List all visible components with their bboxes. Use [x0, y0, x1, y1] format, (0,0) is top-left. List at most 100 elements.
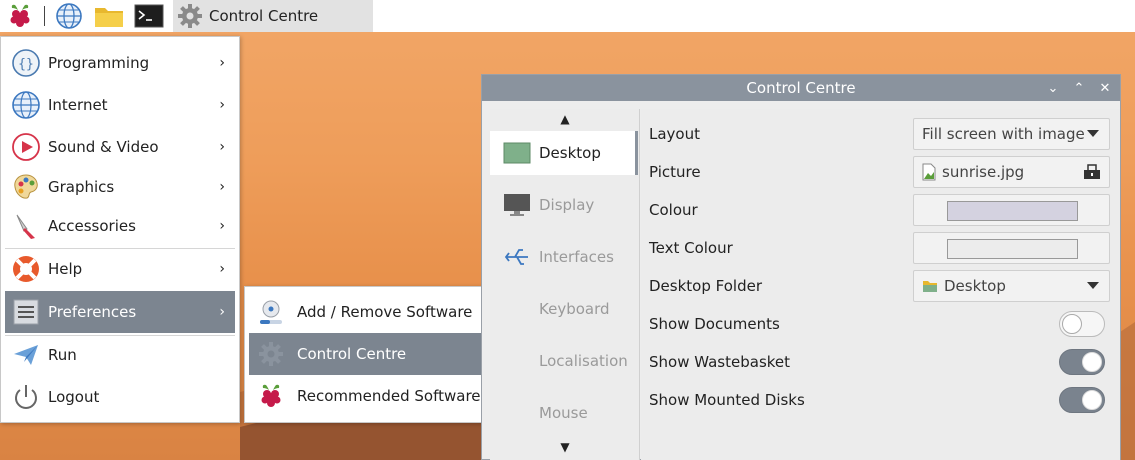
raspberry-menu-button[interactable] — [0, 0, 40, 32]
text-colour-button[interactable] — [913, 232, 1110, 264]
show-documents-toggle[interactable] — [1059, 311, 1105, 337]
paper-plane-icon — [11, 340, 41, 370]
menu-item-label: Programming — [48, 54, 150, 72]
chevron-right-icon: › — [219, 97, 225, 113]
sidebar-item-label: Localisation — [539, 352, 628, 370]
colour-label: Colour — [649, 201, 698, 219]
maximize-button[interactable]: ⌃ — [1069, 78, 1089, 98]
usb-icon — [502, 245, 532, 269]
show-wastebasket-toggle[interactable] — [1059, 349, 1105, 375]
browser-launcher[interactable] — [49, 0, 89, 32]
menu-item-run[interactable]: Run — [5, 334, 235, 376]
toggle-knob — [1062, 314, 1082, 334]
chevron-right-icon: › — [219, 139, 225, 155]
desktop-folder-row: Desktop Folder Desktop — [649, 267, 1110, 305]
desktop-icon — [502, 141, 532, 165]
menu-item-label: Preferences — [48, 303, 137, 321]
toggle-knob — [1082, 352, 1102, 372]
desktop-settings-panel: Layout Fill screen with image Picture su… — [641, 109, 1120, 460]
desktop-folder-label: Desktop Folder — [649, 277, 762, 295]
taskbar: Control Centre — [0, 0, 1135, 32]
submenu-item-recommended-software[interactable]: Recommended Software — [249, 375, 519, 417]
window-title: Control Centre — [746, 79, 856, 97]
sidebar-item-label: Desktop — [539, 144, 601, 162]
sidebar-scroll-down-icon[interactable]: ▼ — [490, 437, 640, 457]
menu-item-graphics[interactable]: Graphics › — [5, 166, 235, 208]
menu-item-logout[interactable]: Logout — [5, 376, 235, 418]
picture-chooser[interactable]: sunrise.jpg — [913, 156, 1110, 188]
menu-item-accessories[interactable]: Accessories › — [5, 205, 235, 247]
text-colour-label: Text Colour — [649, 239, 733, 257]
menu-item-internet[interactable]: Internet › — [5, 84, 235, 126]
show-wastebasket-label: Show Wastebasket — [649, 353, 791, 371]
toggle-knob — [1082, 390, 1102, 410]
submenu-item-add-remove-software[interactable]: Add / Remove Software — [249, 291, 519, 333]
minimize-button[interactable]: ⌄ — [1043, 78, 1063, 98]
window-titlebar[interactable]: Control Centre ⌄ ⌃ ✕ — [482, 75, 1120, 101]
desktop-folder-value: Desktop — [944, 277, 1006, 295]
colour-row: Colour — [649, 191, 1110, 229]
menu-item-help[interactable]: Help › — [5, 248, 235, 290]
text-colour-row: Text Colour — [649, 229, 1110, 267]
sidebar-item-display[interactable]: Display — [490, 183, 638, 227]
submenu-item-control-centre[interactable]: Control Centre — [249, 333, 519, 375]
colour-button[interactable] — [913, 194, 1110, 226]
file-open-icon — [1083, 164, 1101, 184]
taskbar-separator — [44, 6, 45, 26]
terminal-icon — [134, 4, 164, 28]
sidebar-scroll-up-icon[interactable]: ▲ — [490, 109, 640, 129]
layout-row: Layout Fill screen with image — [649, 115, 1110, 153]
control-centre-window: Control Centre ⌄ ⌃ ✕ ▲ Desktop Display I… — [481, 74, 1121, 460]
menu-item-label: Accessories — [48, 217, 136, 235]
sidebar-item-desktop[interactable]: Desktop — [490, 131, 638, 175]
svg-text:{}: {} — [18, 57, 34, 72]
menu-item-programming[interactable]: {} Programming › — [5, 42, 235, 84]
menu-item-label: Internet — [48, 96, 108, 114]
raspberry-icon — [10, 4, 30, 27]
braces-icon: {} — [11, 48, 41, 78]
lifebuoy-icon — [11, 254, 41, 284]
menu-item-label: Sound & Video — [48, 138, 159, 156]
desktop-folder-dropdown[interactable]: Desktop — [913, 270, 1110, 302]
sidebar-item-mouse[interactable]: Mouse — [490, 391, 638, 435]
palette-icon — [11, 172, 41, 202]
close-button[interactable]: ✕ — [1095, 78, 1115, 98]
show-mounted-disks-row: Show Mounted Disks — [649, 381, 1109, 419]
sidebar-item-label: Keyboard — [539, 300, 610, 318]
submenu-item-label: Add / Remove Software — [297, 303, 473, 321]
sidebar-item-label: Interfaces — [539, 248, 614, 266]
file-manager-launcher[interactable] — [89, 0, 129, 32]
sidebar-item-interfaces[interactable]: Interfaces — [490, 235, 638, 279]
chevron-down-icon — [1087, 130, 1099, 137]
keyboard-icon — [502, 297, 532, 321]
layout-dropdown[interactable]: Fill screen with image — [913, 118, 1110, 150]
menu-item-preferences[interactable]: Preferences › — [5, 291, 235, 333]
layout-value: Fill screen with image — [922, 125, 1085, 143]
package-icon — [257, 298, 285, 326]
knife-icon — [11, 211, 41, 241]
gear-icon — [257, 340, 285, 368]
menu-item-label: Graphics — [48, 178, 115, 196]
sidebar-item-localisation[interactable]: Localisation — [490, 339, 638, 383]
chevron-right-icon: › — [219, 55, 225, 71]
terminal-launcher[interactable] — [129, 0, 169, 32]
show-wastebasket-row: Show Wastebasket — [649, 343, 1109, 381]
show-mounted-disks-toggle[interactable] — [1059, 387, 1105, 413]
mouse-icon — [502, 401, 532, 425]
layout-label: Layout — [649, 125, 700, 143]
monitor-icon — [502, 193, 532, 217]
show-documents-row: Show Documents — [649, 305, 1109, 343]
chevron-right-icon: › — [219, 304, 225, 320]
colour-swatch — [947, 201, 1078, 221]
sidebar-item-label: Display — [539, 196, 595, 214]
menu-item-sound-video[interactable]: Sound & Video › — [5, 126, 235, 168]
power-icon — [11, 382, 41, 412]
chevron-right-icon: › — [219, 218, 225, 234]
taskbar-task-label: Control Centre — [209, 7, 319, 25]
globe-icon — [56, 3, 82, 29]
sliders-icon — [11, 297, 41, 327]
settings-sidebar: ▲ Desktop Display Interfaces Keyboard Lo… — [490, 109, 640, 460]
menu-item-label: Run — [48, 346, 77, 364]
sidebar-item-keyboard[interactable]: Keyboard — [490, 287, 638, 331]
taskbar-task-control-centre[interactable]: Control Centre — [173, 0, 373, 32]
